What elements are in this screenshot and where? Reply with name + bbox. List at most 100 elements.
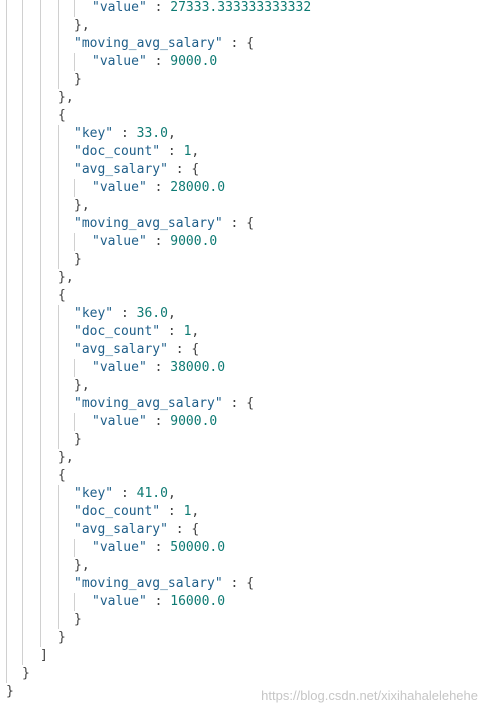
indent-guide <box>40 0 41 647</box>
code-line: "avg_salary" : { <box>74 341 199 359</box>
code-line: "moving_avg_salary" : { <box>74 215 254 233</box>
code-line: "moving_avg_salary" : { <box>74 35 254 53</box>
json-punctuation: ] <box>40 648 48 663</box>
json-value: 33.0 <box>136 126 168 141</box>
code-line: }, <box>58 89 74 107</box>
json-value: 50000.0 <box>170 540 226 555</box>
json-punctuation: { <box>246 36 255 51</box>
json-punctuation: }, <box>58 270 74 285</box>
json-key: "value" <box>92 54 147 69</box>
json-punctuation: } <box>74 252 82 267</box>
code-line: "moving_avg_salary" : { <box>74 395 254 413</box>
code-line: "value" : 9000.0 <box>92 413 217 431</box>
json-separator: : <box>146 0 171 15</box>
json-key: "value" <box>92 540 147 555</box>
code-line: "key" : 33.0, <box>74 125 176 143</box>
json-value: 36.0 <box>136 306 168 321</box>
json-punctuation: }, <box>58 90 74 105</box>
json-separator: : <box>113 126 137 141</box>
json-key: "key" <box>74 306 114 321</box>
json-value: 28000.0 <box>170 180 226 195</box>
json-punctuation: } <box>74 432 82 447</box>
json-key: "value" <box>92 594 147 609</box>
indent-guide <box>74 0 75 17</box>
code-line: { <box>58 287 66 305</box>
code-line: } <box>58 629 66 647</box>
json-punctuation: { <box>246 216 255 231</box>
code-line: }, <box>74 557 90 575</box>
code-line: } <box>74 431 82 449</box>
code-line: "doc_count" : 1, <box>74 143 199 161</box>
json-key: "doc_count" <box>74 324 161 339</box>
code-line: { <box>58 467 66 485</box>
watermark: https://blog.csdn.net/xixihahalelehehe <box>261 688 478 703</box>
json-key: "doc_count" <box>74 144 161 159</box>
json-key: "value" <box>92 360 147 375</box>
json-punctuation: , <box>167 126 176 141</box>
json-punctuation: } <box>58 630 66 645</box>
json-punctuation: { <box>58 108 66 123</box>
json-punctuation: { <box>246 396 255 411</box>
json-separator: : <box>146 594 171 609</box>
json-separator: : <box>222 396 247 411</box>
code-line: "value" : 16000.0 <box>92 593 225 611</box>
json-separator: : <box>146 54 171 69</box>
code-line: "key" : 36.0, <box>74 305 176 323</box>
indent-guide <box>74 593 75 611</box>
json-separator: : <box>167 522 192 537</box>
code-line: ] <box>40 647 48 665</box>
json-separator: : <box>160 144 184 159</box>
json-punctuation: }, <box>74 198 90 213</box>
code-line: "value" : 27333.333333333332 <box>92 0 311 17</box>
code-line: "moving_avg_salary" : { <box>74 575 254 593</box>
indent-guide <box>58 125 59 269</box>
indent-guide <box>58 485 59 629</box>
json-separator: : <box>160 504 184 519</box>
json-separator: : <box>113 306 137 321</box>
json-value: 27333.333333333332 <box>170 0 312 15</box>
indent-guide <box>74 413 75 431</box>
json-separator: : <box>222 216 247 231</box>
code-line: }, <box>58 449 74 467</box>
json-separator: : <box>146 180 171 195</box>
json-separator: : <box>167 342 192 357</box>
json-punctuation: , <box>191 144 200 159</box>
json-punctuation: }, <box>58 450 74 465</box>
json-punctuation: } <box>6 684 14 699</box>
json-key: "avg_salary" <box>74 162 168 177</box>
json-punctuation: { <box>191 522 200 537</box>
json-code-viewer: "value" : 27333.333333333332}, "moving_av… <box>0 0 486 711</box>
json-punctuation: , <box>167 486 176 501</box>
code-line: "value" : 28000.0 <box>92 179 225 197</box>
indent-guide <box>58 0 59 89</box>
json-key: "value" <box>92 414 147 429</box>
code-line: "avg_salary" : { <box>74 161 199 179</box>
json-key: "value" <box>92 234 147 249</box>
json-separator: : <box>113 486 137 501</box>
indent-guide <box>74 359 75 377</box>
code-line: "doc_count" : 1, <box>74 503 199 521</box>
indent-guide <box>74 53 75 71</box>
code-line: }, <box>74 197 90 215</box>
json-punctuation: , <box>191 324 200 339</box>
json-key: "moving_avg_salary" <box>74 576 223 591</box>
json-key: "doc_count" <box>74 504 161 519</box>
json-key: "moving_avg_salary" <box>74 36 223 51</box>
json-punctuation: } <box>74 612 82 627</box>
json-value: 9000.0 <box>170 234 218 249</box>
code-line: } <box>74 71 82 89</box>
json-key: "avg_salary" <box>74 342 168 357</box>
code-line: "avg_salary" : { <box>74 521 199 539</box>
json-punctuation: } <box>74 72 82 87</box>
json-punctuation: , <box>191 504 200 519</box>
json-key: "key" <box>74 126 114 141</box>
json-separator: : <box>222 576 247 591</box>
code-line: "doc_count" : 1, <box>74 323 199 341</box>
json-key: "moving_avg_salary" <box>74 396 223 411</box>
indent-guide <box>74 539 75 557</box>
json-key: "key" <box>74 486 114 501</box>
json-key: "value" <box>92 0 147 15</box>
code-line: }, <box>74 17 90 35</box>
json-key: "avg_salary" <box>74 522 168 537</box>
json-value: 16000.0 <box>170 594 226 609</box>
